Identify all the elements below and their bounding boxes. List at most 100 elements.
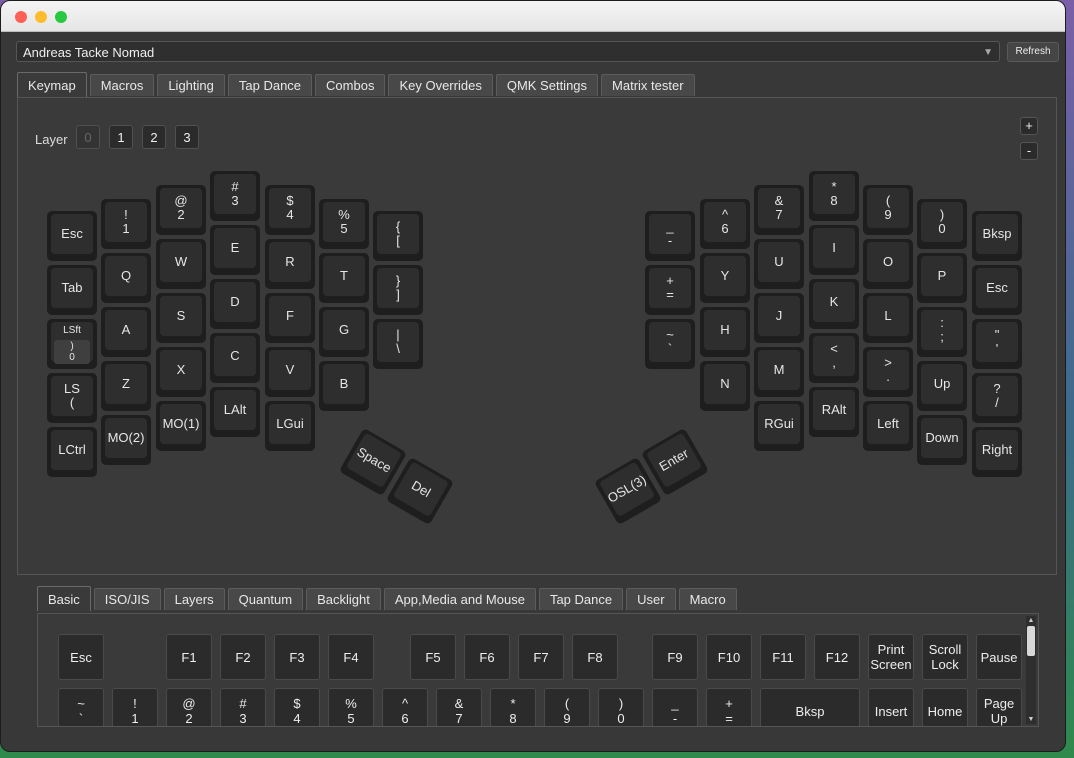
key-h[interactable]: H [700, 307, 750, 357]
layer-0-button[interactable]: 0 [76, 125, 100, 149]
key-sym[interactable]: { [ [373, 211, 423, 261]
key-d[interactable]: D [210, 279, 260, 329]
tab-tap-dance[interactable]: Tap Dance [538, 588, 624, 610]
keycode-sym[interactable]: _ - [652, 688, 698, 726]
layer-3-button[interactable]: 3 [175, 125, 199, 149]
keycode-sym[interactable]: + = [706, 688, 752, 726]
keycode-2[interactable]: @ 2 [166, 688, 212, 726]
keycode-scroll-lock[interactable]: Scroll Lock [922, 634, 968, 680]
key-p[interactable]: P [917, 253, 967, 303]
keycode-f1[interactable]: F1 [166, 634, 212, 680]
minimize-window-button[interactable] [35, 11, 47, 23]
tab-iso-jis[interactable]: ISO/JIS [93, 588, 161, 610]
zoom-in-button[interactable]: + [1020, 117, 1038, 135]
keycode-f10[interactable]: F10 [706, 634, 752, 680]
tab-basic[interactable]: Basic [37, 586, 91, 611]
keycode-print-screen[interactable]: Print Screen [868, 634, 914, 680]
tab-lighting[interactable]: Lighting [157, 74, 225, 96]
key-lalt[interactable]: LAlt [210, 387, 260, 437]
tab-keymap[interactable]: Keymap [17, 72, 87, 97]
layer-1-button[interactable]: 1 [109, 125, 133, 149]
close-window-button[interactable] [15, 11, 27, 23]
key-sym[interactable]: | \ [373, 319, 423, 369]
key-t[interactable]: T [319, 253, 369, 303]
key-tab[interactable]: Tab [47, 265, 97, 315]
key-6[interactable]: ^ 6 [700, 199, 750, 249]
tab-layers[interactable]: Layers [163, 588, 225, 610]
tab-key-overrides[interactable]: Key Overrides [388, 74, 493, 96]
tab-qmk-settings[interactable]: QMK Settings [495, 74, 599, 96]
key-3[interactable]: # 3 [210, 171, 260, 221]
keycode-f9[interactable]: F9 [652, 634, 698, 680]
keycode-pause[interactable]: Pause [976, 634, 1022, 680]
key-v[interactable]: V [265, 347, 315, 397]
keycode-8[interactable]: * 8 [490, 688, 536, 726]
key-lgui[interactable]: LGui [265, 401, 315, 451]
key-right[interactable]: Right [972, 427, 1022, 477]
keycode-f12[interactable]: F12 [814, 634, 860, 680]
keycode-4[interactable]: $ 4 [274, 688, 320, 726]
keycode-3[interactable]: # 3 [220, 688, 266, 726]
key-ls[interactable]: LS ( [47, 373, 97, 423]
key-q[interactable]: Q [101, 253, 151, 303]
key-g[interactable]: G [319, 307, 369, 357]
key-sym[interactable]: < , [809, 333, 859, 383]
key-f[interactable]: F [265, 293, 315, 343]
keycode-f5[interactable]: F5 [410, 634, 456, 680]
key-a[interactable]: A [101, 307, 151, 357]
key-r[interactable]: R [265, 239, 315, 289]
scroll-thumb[interactable] [1027, 626, 1035, 656]
key-b[interactable]: B [319, 361, 369, 411]
key-lctrl[interactable]: LCtrl [47, 427, 97, 477]
tab-backlight[interactable]: Backlight [306, 588, 381, 610]
refresh-button[interactable]: Refresh [1007, 42, 1059, 62]
scroll-down-icon[interactable]: ▼ [1026, 715, 1036, 724]
keycode-esc[interactable]: Esc [58, 634, 104, 680]
key-mo-1[interactable]: MO(1) [156, 401, 206, 451]
keycode-f2[interactable]: F2 [220, 634, 266, 680]
key-ralt[interactable]: RAlt [809, 387, 859, 437]
key-sym[interactable]: > . [863, 347, 913, 397]
layer-2-button[interactable]: 2 [142, 125, 166, 149]
keycode-page-up[interactable]: Page Up [976, 688, 1022, 726]
keycode-home[interactable]: Home [922, 688, 968, 726]
key-8[interactable]: * 8 [809, 171, 859, 221]
maximize-window-button[interactable] [55, 11, 67, 23]
keycode-f8[interactable]: F8 [572, 634, 618, 680]
key-left[interactable]: Left [863, 401, 913, 451]
key-sym[interactable]: : ; [917, 307, 967, 357]
key-sym[interactable]: } ] [373, 265, 423, 315]
key-m[interactable]: M [754, 347, 804, 397]
key-x[interactable]: X [156, 347, 206, 397]
key-lsft[interactable]: LSft) 0 [47, 319, 97, 369]
key-up[interactable]: Up [917, 361, 967, 411]
tab-macros[interactable]: Macros [89, 74, 155, 96]
keycode-f3[interactable]: F3 [274, 634, 320, 680]
key-w[interactable]: W [156, 239, 206, 289]
key-9[interactable]: ( 9 [863, 185, 913, 235]
zoom-out-button[interactable]: - [1020, 142, 1038, 160]
key-bksp[interactable]: Bksp [972, 211, 1022, 261]
keycode-f11[interactable]: F11 [760, 634, 806, 680]
key-u[interactable]: U [754, 239, 804, 289]
key-k[interactable]: K [809, 279, 859, 329]
key-sym[interactable]: ~ ` [645, 319, 695, 369]
key-i[interactable]: I [809, 225, 859, 275]
keycode-sym[interactable]: ~ ` [58, 688, 104, 726]
key-sym[interactable]: + = [645, 265, 695, 315]
key-2[interactable]: @ 2 [156, 185, 206, 235]
tab-combos[interactable]: Combos [315, 74, 386, 96]
key-e[interactable]: E [210, 225, 260, 275]
keycode-1[interactable]: ! 1 [112, 688, 158, 726]
key-sym[interactable]: ? / [972, 373, 1022, 423]
keycode-0[interactable]: ) 0 [598, 688, 644, 726]
tab-macro[interactable]: Macro [678, 588, 737, 610]
key-esc[interactable]: Esc [47, 211, 97, 261]
device-select[interactable]: Andreas Tacke Nomad ▼ [16, 41, 1000, 62]
key-esc[interactable]: Esc [972, 265, 1022, 315]
key-j[interactable]: J [754, 293, 804, 343]
key-down[interactable]: Down [917, 415, 967, 465]
key-s[interactable]: S [156, 293, 206, 343]
key-c[interactable]: C [210, 333, 260, 383]
keycode-7[interactable]: & 7 [436, 688, 482, 726]
